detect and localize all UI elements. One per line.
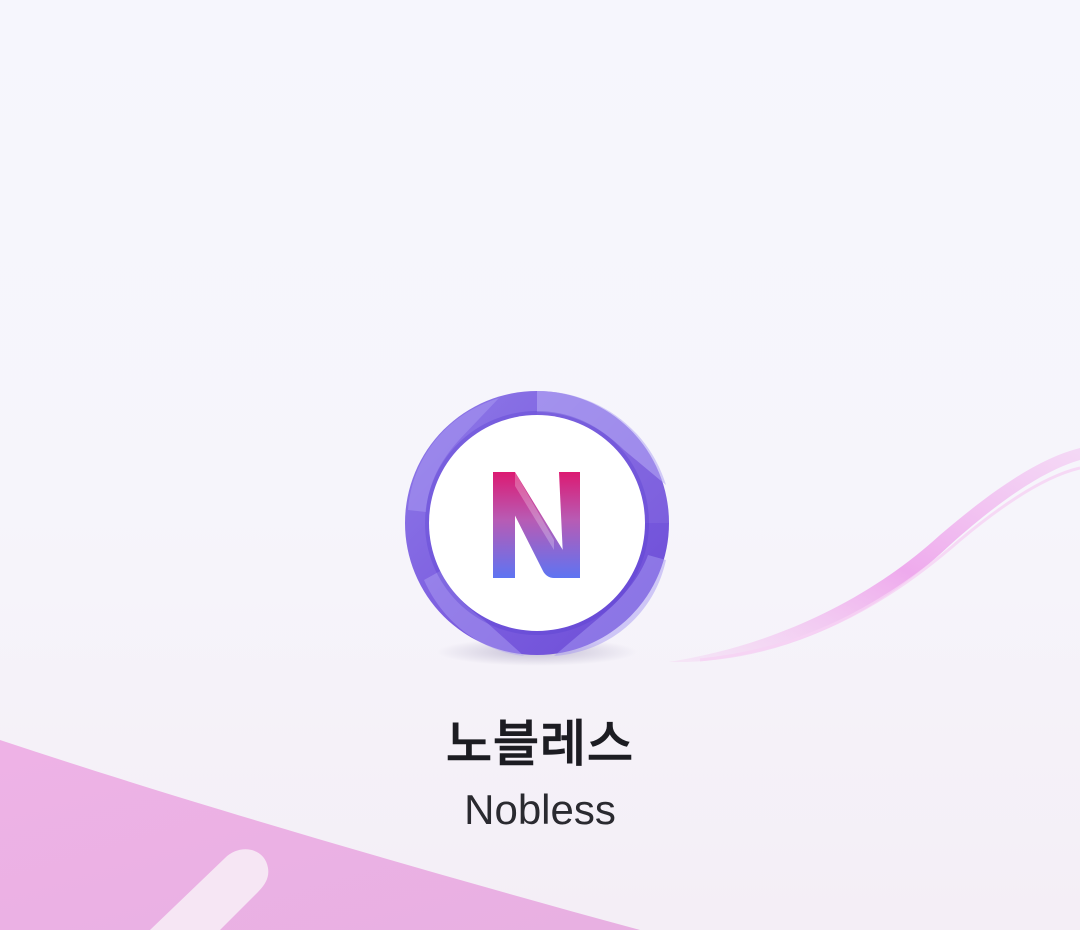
app-logo — [404, 390, 670, 680]
app-name-english: Nobless — [464, 786, 616, 833]
wave-ribbon-thin — [699, 466, 1080, 662]
wave-ribbon — [668, 448, 1080, 663]
nobless-n-logo-icon — [405, 391, 669, 666]
app-name-korean: 노블레스 — [446, 715, 634, 773]
